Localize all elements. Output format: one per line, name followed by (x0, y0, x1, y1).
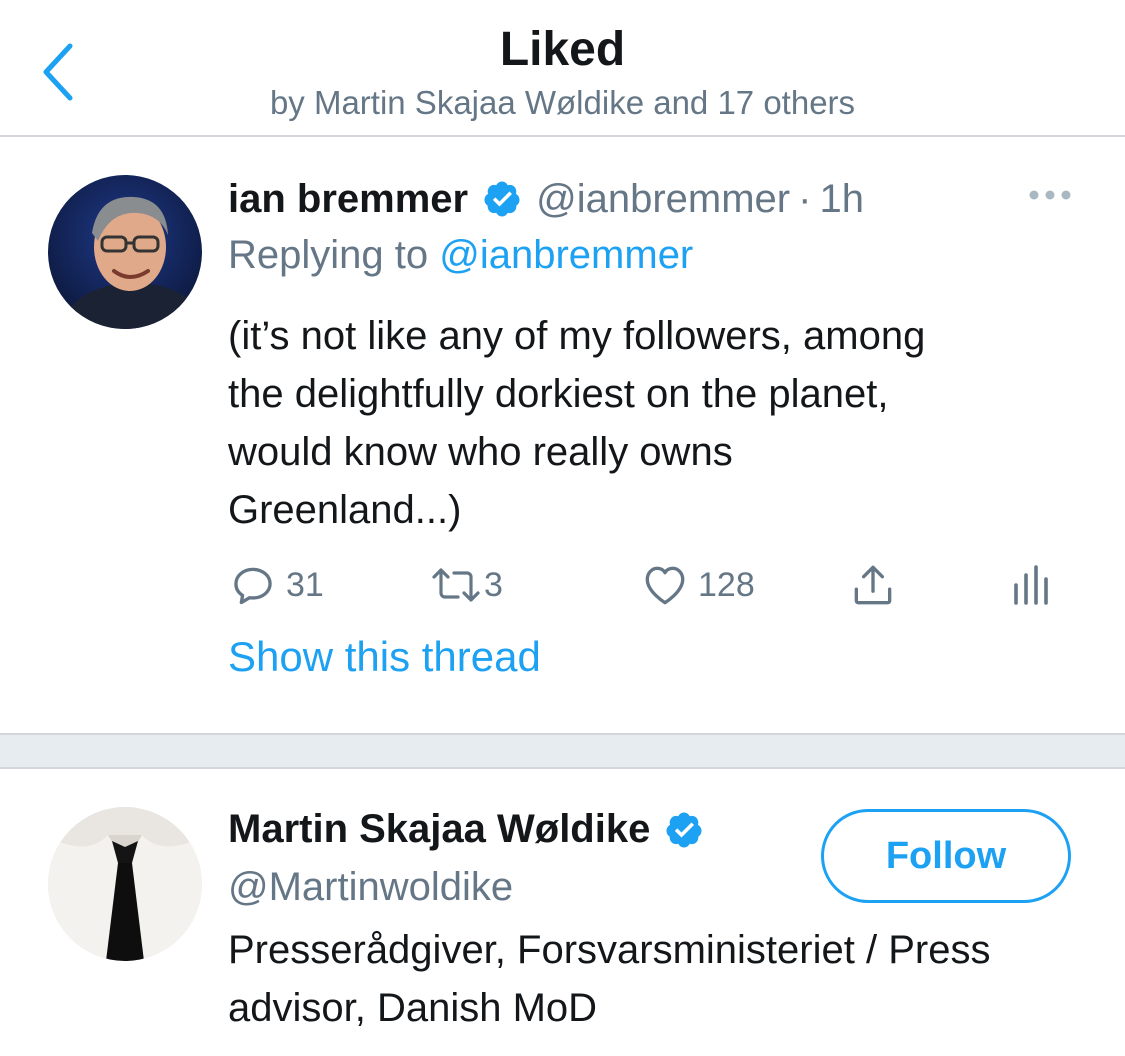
replying-to-label: Replying to (228, 233, 429, 277)
analytics-button[interactable] (1008, 557, 1052, 613)
retweet-count: 3 (484, 565, 503, 604)
share-icon (854, 565, 892, 605)
more-options-button[interactable] (1022, 181, 1078, 209)
user-handle[interactable]: @Martinwoldike (228, 865, 513, 910)
page-title: Liked (499, 23, 626, 76)
user-name-row: Martin Skajaa Wøldike (228, 807, 718, 852)
more-horizontal-icon (1029, 190, 1071, 200)
reply-icon (234, 567, 272, 605)
verified-badge-icon (666, 812, 702, 847)
user-bio: Presserådgiver, Forsvarsministeriet / Pr… (228, 928, 991, 1030)
reply-button[interactable]: 31 (228, 557, 324, 613)
meta-separator: · (798, 176, 812, 221)
tweet[interactable]: ian bremmer @ianbremmer · 1h Replying to… (0, 137, 1125, 733)
page-subtitle: by Martin Skajaa Wøldike and 17 others (269, 84, 856, 121)
tweet-actions: 31 3 128 (228, 557, 1088, 613)
reply-count: 31 (286, 565, 324, 604)
retweet-button[interactable]: 3 (428, 557, 503, 613)
tweet-header: ian bremmer @ianbremmer · 1h (228, 173, 864, 225)
user-cell[interactable]: Martin Skajaa Wøldike @Martinwoldike Pre… (0, 769, 1125, 1056)
share-button[interactable] (848, 557, 898, 613)
avatar-photo (48, 175, 202, 329)
author-handle[interactable]: @ianbremmer (536, 177, 790, 222)
author-name[interactable]: ian bremmer (228, 177, 468, 222)
user-name[interactable]: Martin Skajaa Wøldike (228, 807, 650, 852)
tweet-time: 1h (819, 176, 864, 221)
analytics-icon (1014, 565, 1048, 605)
like-button[interactable]: 128 (640, 557, 755, 613)
user-avatar[interactable] (48, 807, 202, 961)
verified-badge-icon (484, 181, 520, 217)
retweet-icon (432, 568, 480, 602)
replying-to: Replying to @ianbremmer (228, 233, 693, 278)
replying-to-handle[interactable]: @ianbremmer (439, 233, 693, 277)
nav-header: Liked by Martin Skajaa Wøldike and 17 ot… (0, 0, 1125, 137)
heart-icon (645, 566, 685, 605)
like-count: 128 (698, 565, 755, 604)
show-thread-link[interactable]: Show this thread (228, 633, 541, 681)
section-divider (0, 733, 1125, 769)
tweet-text: (it’s not like any of my followers, amon… (228, 314, 926, 532)
user-avatar-photo (48, 807, 202, 961)
follow-button[interactable]: Follow (821, 809, 1071, 903)
avatar[interactable] (48, 175, 202, 329)
